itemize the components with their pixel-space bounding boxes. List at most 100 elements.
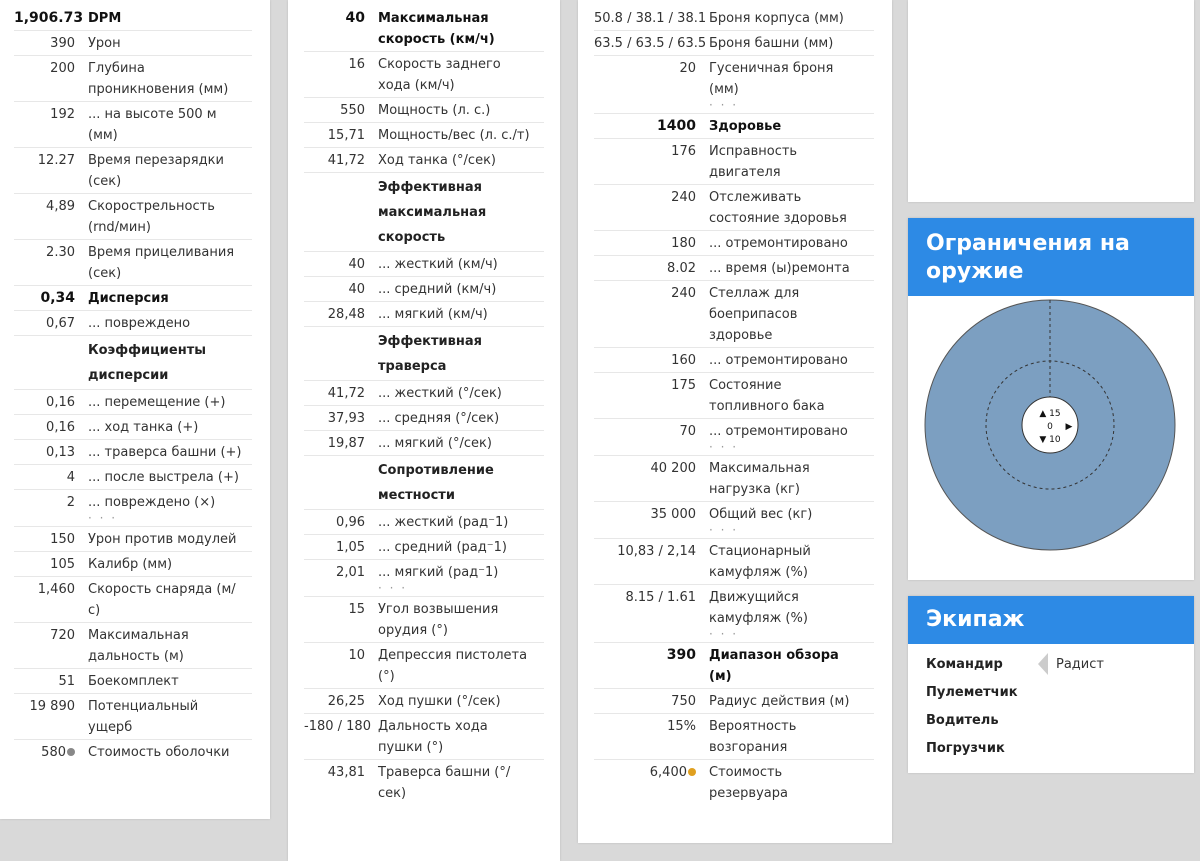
stat-value-text: 175 <box>671 378 696 393</box>
stat-label: ... жесткий (км/ч) <box>378 254 544 275</box>
stat-value-text: 41,72 <box>327 386 365 401</box>
stat-label: DPM <box>88 8 252 29</box>
stat-label-text: ... повреждено <box>88 316 191 331</box>
stat-value: 550 <box>304 100 378 121</box>
stat-label-text: Ход танка (°/сек) <box>378 153 496 168</box>
stat-label: Урон против модулей <box>88 529 252 550</box>
stat-value: 390 <box>594 645 709 687</box>
stat-label-text: Эффективная траверса <box>378 334 482 374</box>
stat-label-text: Стоимость оболочки <box>88 745 230 760</box>
stat-value-text: 750 <box>671 694 696 709</box>
stat-row: 1,05 ... средний (рад⁻1) <box>304 535 544 560</box>
crew-panel: Экипаж Командир Радист Пулеметчик Водитель П… <box>908 596 1194 773</box>
more-ellipsis-icon[interactable]: · · · <box>378 582 534 595</box>
stat-row: 2,01 ... мягкий (рад⁻1) · · · <box>304 560 544 597</box>
stat-label-text: ... жесткий (рад⁻1) <box>378 515 509 530</box>
stat-row: 41,72 Ход танка (°/сек) <box>304 148 544 173</box>
stat-label-text: ... траверса башни (+) <box>88 445 242 460</box>
stat-row: 0,13 ... траверса башни (+) <box>14 440 252 465</box>
more-ellipsis-icon[interactable]: · · · <box>709 524 864 537</box>
crew-member[interactable]: Водитель <box>908 706 1194 734</box>
stat-row: 19 890 Потенциальный ущерб <box>14 694 252 740</box>
stat-label: ... повреждено <box>88 313 252 334</box>
stat-label: Гусеничная броня (мм) · · · <box>709 58 874 112</box>
stat-value-text: 720 <box>50 628 75 643</box>
stat-label-text: Время прицеливания (сек) <box>88 245 235 281</box>
stat-label-text: ... отремонтировано <box>709 353 848 368</box>
stat-row: 1400 Здоровье <box>594 114 874 139</box>
stat-value: 6,400 <box>594 762 709 804</box>
stat-value: 19 890 <box>14 696 88 738</box>
stat-label-text: ... время (ы)ремонта <box>709 261 850 276</box>
stat-label: Урон <box>88 33 252 54</box>
stat-label: ... средний (км/ч) <box>378 279 544 300</box>
more-ellipsis-icon[interactable]: · · · <box>709 628 864 641</box>
stat-label: Дисперсия <box>88 288 252 309</box>
stat-value: 0,13 <box>14 442 88 463</box>
stat-row: 192 ... на высоте 500 м (мм) <box>14 102 252 148</box>
stat-row: 580 Стоимость оболочки <box>14 740 252 764</box>
stat-label-text: ... мягкий (°/сек) <box>378 436 492 451</box>
stat-label-text: ... повреждено (×) <box>88 495 216 510</box>
stat-value: 20 <box>594 58 709 112</box>
stat-value-text: 43,81 <box>327 765 365 780</box>
stat-row: 240 Стеллаж для боеприпасов здоровье <box>594 281 874 348</box>
more-ellipsis-icon[interactable]: · · · <box>709 99 864 112</box>
stat-label-text: Броня башни (мм) <box>709 36 834 51</box>
section-heading: Эффективная траверса <box>304 327 544 381</box>
stat-label: ... мягкий (°/сек) <box>378 433 544 454</box>
stat-value: 0,34 <box>14 288 88 309</box>
stat-value: 15 <box>304 599 378 641</box>
crew-member[interactable]: Командир Радист <box>908 650 1194 678</box>
stat-label: ... повреждено (×) · · · <box>88 492 252 525</box>
stat-label: Калибр (мм) <box>88 554 252 575</box>
stat-value-text: 26,25 <box>327 694 365 709</box>
stat-row: 10,83 / 2,14 Стационарный камуфляж (%) <box>594 539 874 585</box>
stat-value <box>14 338 88 388</box>
stat-label: Максимальная дальность (м) <box>88 625 252 667</box>
stat-value-text: 160 <box>671 353 696 368</box>
stat-row: 160 ... отремонтировано <box>594 348 874 373</box>
stat-value: 1,05 <box>304 537 378 558</box>
stat-row: 15% Вероятность возгорания <box>594 714 874 760</box>
stat-value: 160 <box>594 350 709 371</box>
stat-value-text: 1,05 <box>336 540 365 555</box>
crew-member[interactable]: Пулеметчик <box>908 678 1194 706</box>
stat-value: 175 <box>594 375 709 417</box>
stat-row: 2 ... повреждено (×) · · · <box>14 490 252 527</box>
stat-value: 0,16 <box>14 417 88 438</box>
stat-label-text: Состояние топливного бака <box>709 378 825 414</box>
stat-value: 8.02 <box>594 258 709 279</box>
stat-label-text: Скорость снаряда (м/с) <box>88 582 236 618</box>
more-ellipsis-icon[interactable]: · · · <box>709 441 864 454</box>
stat-value-text: 0,16 <box>46 395 75 410</box>
stat-label-text: Вероятность возгорания <box>709 719 797 755</box>
stat-label-text: Диапазон обзора (м) <box>709 648 839 684</box>
stat-value-text: 41,72 <box>327 153 365 168</box>
stat-label: ... ход танка (+) <box>88 417 252 438</box>
mobility-panel: 40 Максимальная скорость (км/ч) 16 Скорость… <box>288 0 560 861</box>
stat-label: ... траверса башни (+) <box>88 442 252 463</box>
traverse-right-icon: ▶ <box>1066 422 1073 432</box>
stat-value: 28,48 <box>304 304 378 325</box>
survivability-panel: 50.8 / 38.1 / 38.1 Броня корпуса (мм) 63.5… <box>578 0 892 843</box>
stat-value-text: 1400 <box>657 118 696 134</box>
chevron-left-icon[interactable] <box>1038 653 1048 675</box>
stat-value-text: 63.5 / 63.5 / 63.5 <box>594 36 707 51</box>
stat-value: 40 <box>304 8 378 50</box>
stat-value: 19,87 <box>304 433 378 454</box>
stat-value-text: -180 / 180 <box>304 719 371 734</box>
survivability-list: 50.8 / 38.1 / 38.1 Броня корпуса (мм) 63.5… <box>594 6 874 805</box>
stat-row: 40 ... жесткий (км/ч) <box>304 252 544 277</box>
crew-member[interactable]: Погрузчик <box>908 734 1194 762</box>
stat-value-text: 10,83 / 2,14 <box>617 544 696 559</box>
stat-row: 0,67 ... повреждено <box>14 311 252 336</box>
stat-row: 70 ... отремонтировано · · · <box>594 419 874 456</box>
stat-value: 176 <box>594 141 709 183</box>
stat-label-text: Скорость заднего хода (км/ч) <box>378 57 501 93</box>
more-ellipsis-icon[interactable]: · · · <box>88 512 242 525</box>
stat-value-text: 1,906.73 <box>14 10 84 26</box>
stat-row: 35 000 Общий вес (кг) · · · <box>594 502 874 539</box>
stat-label-text: ... жесткий (км/ч) <box>378 257 498 272</box>
stat-value: 1,460 <box>14 579 88 621</box>
